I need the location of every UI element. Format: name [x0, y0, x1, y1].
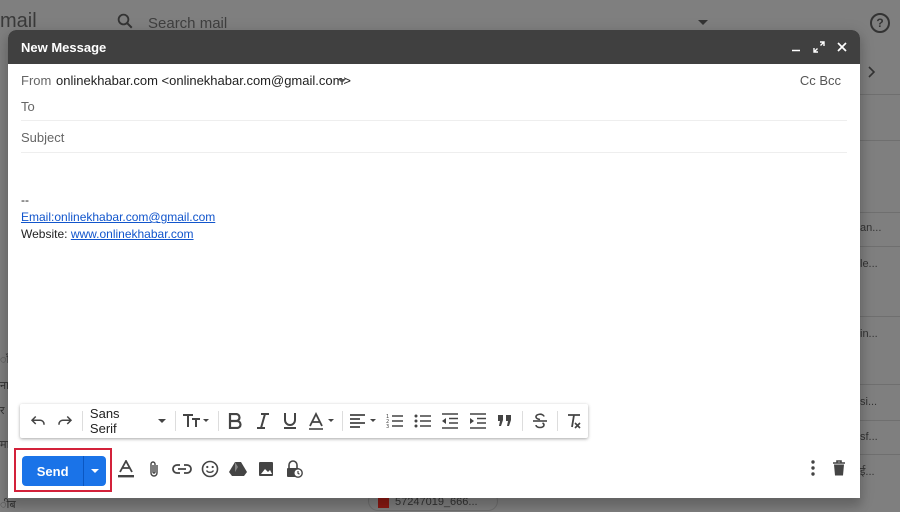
insert-link-icon[interactable] — [168, 455, 196, 483]
font-family-value: Sans Serif — [89, 406, 120, 436]
confidential-mode-icon[interactable] — [280, 455, 308, 483]
help-icon[interactable]: ? — [870, 13, 890, 33]
send-button[interactable]: Send — [22, 456, 83, 486]
attach-file-icon[interactable] — [140, 455, 168, 483]
underline-icon[interactable] — [277, 407, 304, 435]
insert-photo-icon[interactable] — [252, 455, 280, 483]
redo-icon[interactable] — [51, 407, 78, 435]
font-size-icon[interactable] — [179, 407, 214, 435]
background-snippet: ई... — [860, 466, 875, 478]
numbered-list-icon[interactable]: 123 — [382, 407, 409, 435]
search-icon[interactable] — [116, 12, 134, 30]
insert-emoji-icon[interactable] — [196, 455, 224, 483]
compose-title: New Message — [21, 39, 107, 55]
formatting-options-icon[interactable] — [112, 455, 140, 483]
signature-email-link[interactable]: Email:onlinekhabar.com@gmail.com — [21, 210, 215, 224]
chevron-down-icon — [158, 419, 167, 423]
background-left-snippet: ीब — [0, 499, 16, 511]
signature-dashes: -- — [21, 193, 29, 207]
background-snippet: si... — [860, 396, 878, 408]
cc-bcc-link[interactable]: Cc Bcc — [800, 73, 841, 88]
undo-icon[interactable] — [24, 407, 51, 435]
remove-formatting-icon[interactable] — [561, 407, 588, 435]
subject-field[interactable]: Subject — [21, 121, 847, 153]
signature-website-label: Website: — [21, 227, 71, 241]
search-options-icon[interactable] — [698, 20, 708, 25]
from-dropdown-icon[interactable] — [338, 79, 346, 83]
schedule-send-button[interactable] — [83, 456, 106, 486]
quote-icon[interactable] — [492, 407, 519, 435]
google-drive-icon[interactable] — [224, 455, 252, 483]
align-icon[interactable] — [346, 407, 381, 435]
bulleted-list-icon[interactable] — [409, 407, 436, 435]
background-left-snippet: र — [0, 405, 5, 417]
svg-text:3: 3 — [386, 424, 389, 429]
from-label: From — [21, 73, 52, 88]
compose-titlebar[interactable]: New Message — [8, 30, 860, 64]
send-highlight-box: Send — [14, 448, 112, 492]
compose-window: New Message From onlinekhabar.com <onlin… — [8, 30, 860, 498]
bold-icon[interactable] — [222, 407, 249, 435]
subject-input[interactable]: Subject — [21, 130, 64, 145]
compose-right-actions — [800, 454, 852, 482]
send-button-group: Send — [22, 456, 106, 486]
more-options-icon[interactable] — [800, 454, 826, 482]
chevron-right-icon — [866, 66, 876, 78]
background-snippet: le... — [860, 258, 878, 270]
background-snippet: in... — [860, 328, 878, 340]
message-body[interactable]: -- Email:onlinekhabar.com@gmail.com Webs… — [21, 192, 215, 243]
full-screen-icon[interactable] — [808, 36, 830, 58]
compose-bottom-toolbar — [112, 454, 308, 484]
indent-less-icon[interactable] — [437, 407, 464, 435]
to-field[interactable]: To — [21, 89, 847, 121]
minimize-icon[interactable] — [785, 36, 807, 58]
text-color-icon[interactable] — [304, 407, 339, 435]
font-family-select[interactable]: Sans Serif — [86, 406, 173, 436]
close-icon[interactable] — [831, 36, 853, 58]
from-value[interactable]: onlinekhabar.com <onlinekhabar.com@gmail… — [56, 73, 351, 88]
italic-icon[interactable] — [249, 407, 276, 435]
to-label: To — [21, 99, 35, 114]
chevron-down-icon — [91, 469, 100, 473]
indent-more-icon[interactable] — [464, 407, 491, 435]
formatting-toolbar: Sans Serif 123 — [20, 404, 588, 438]
discard-draft-icon[interactable] — [826, 454, 852, 482]
signature-website-link[interactable]: www.onlinekhabar.com — [71, 227, 194, 241]
background-snippet: sf... — [860, 431, 878, 443]
strikethrough-icon[interactable] — [526, 407, 553, 435]
background-snippet: an... — [860, 222, 882, 234]
